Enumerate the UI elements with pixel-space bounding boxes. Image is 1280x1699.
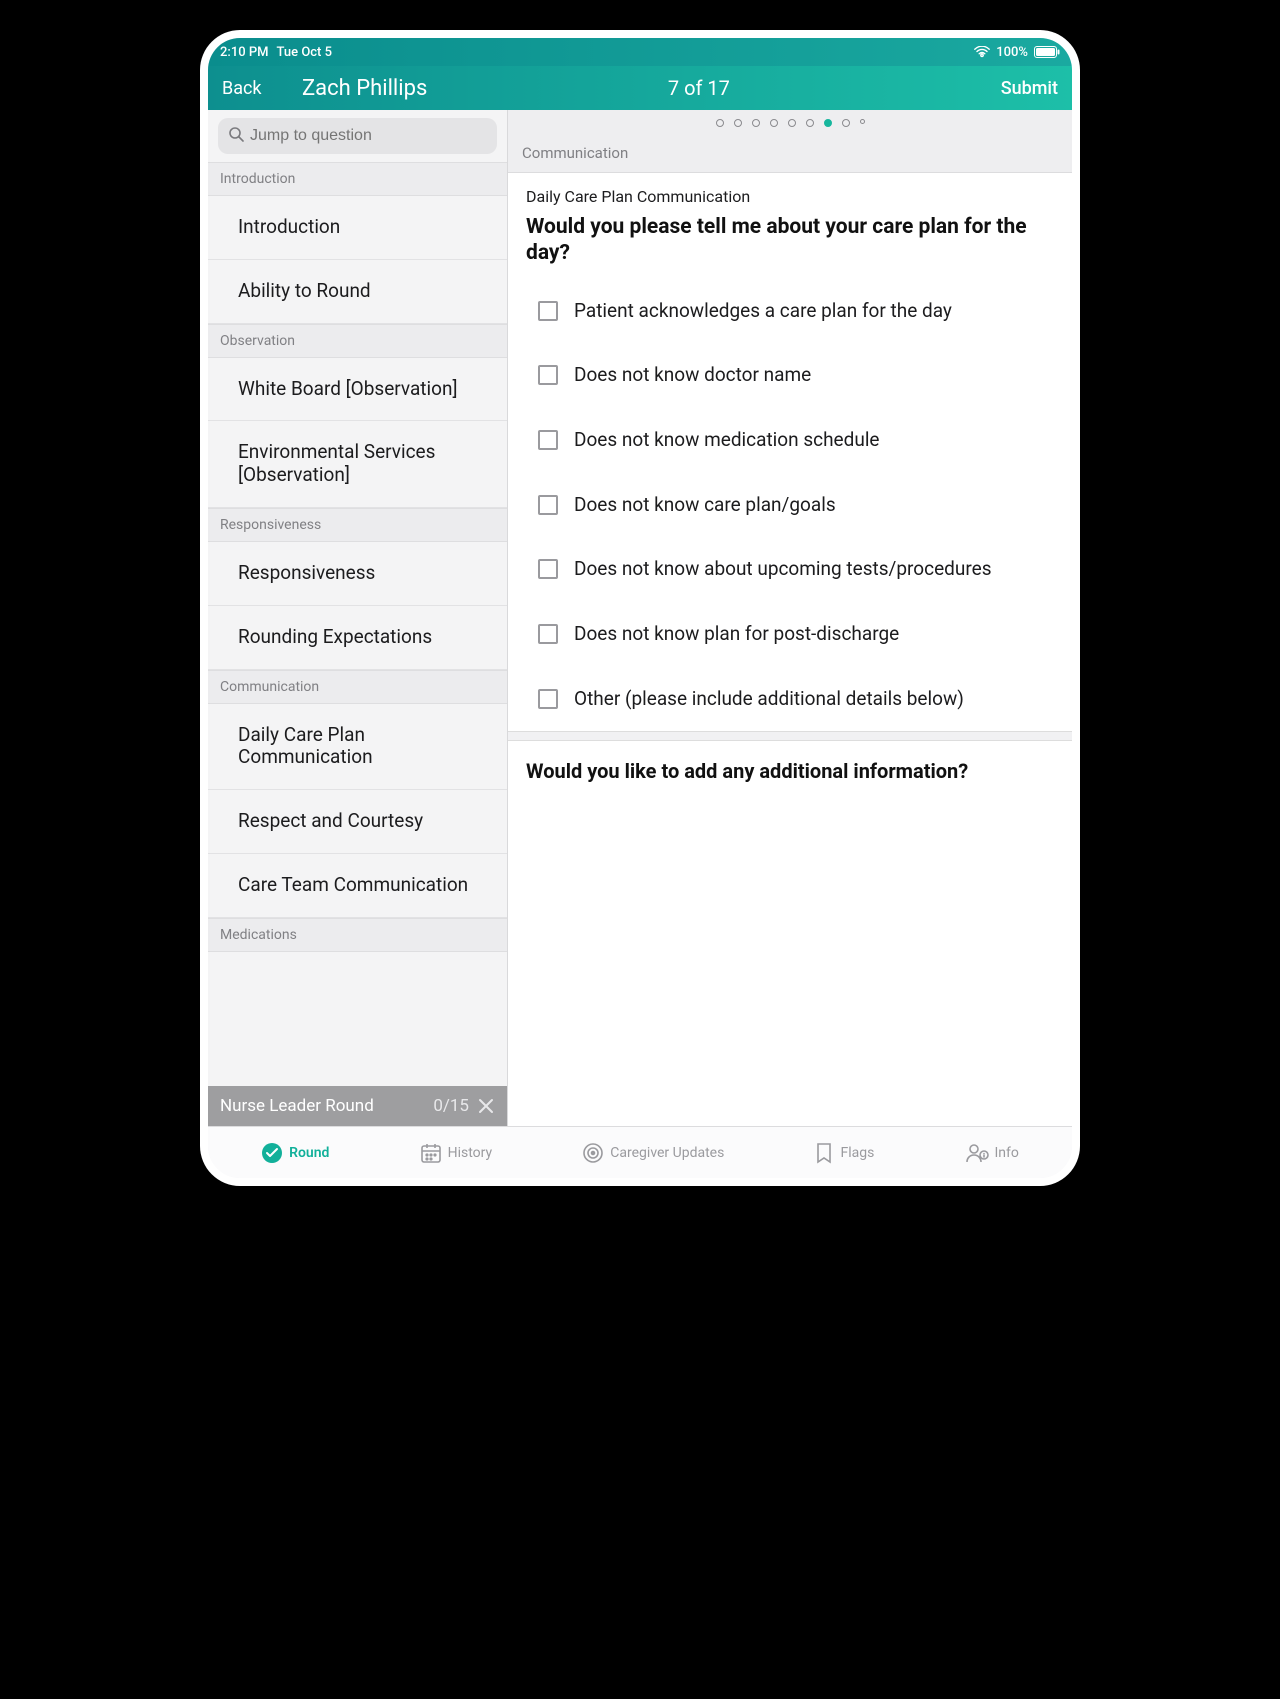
option-label: Does not know medication schedule xyxy=(574,428,880,453)
battery-icon xyxy=(1034,46,1060,58)
progress-count: 0/15 xyxy=(433,1096,469,1116)
status-battery-percent: 100% xyxy=(996,45,1028,60)
section-header: Observation xyxy=(208,324,507,358)
section-header: Responsiveness xyxy=(208,508,507,542)
back-button[interactable]: Back xyxy=(222,78,262,99)
tab-history[interactable]: History xyxy=(420,1142,493,1164)
checkbox-icon[interactable] xyxy=(538,689,558,709)
tab-round[interactable]: Round xyxy=(261,1142,329,1164)
tab-label: Info xyxy=(995,1145,1019,1161)
sidebar-item-care-team-comm[interactable]: Care Team Communication xyxy=(208,854,507,918)
progress-dot[interactable] xyxy=(842,119,850,127)
question-counter: 7 of 17 xyxy=(668,76,730,100)
option-label: Other (please include additional details… xyxy=(574,687,964,712)
close-icon[interactable] xyxy=(477,1097,495,1115)
progress-dot[interactable] xyxy=(770,119,778,127)
sidebar-item-white-board[interactable]: White Board [Observation] xyxy=(208,358,507,422)
nav-header: Back Zach Phillips 7 of 17 Submit xyxy=(208,66,1072,110)
sidebar: Introduction Introduction Ability to Rou… xyxy=(208,110,508,1126)
question-title: Daily Care Plan Communication xyxy=(508,173,1072,208)
tab-label: Flags xyxy=(840,1145,874,1161)
progress-label: Nurse Leader Round xyxy=(220,1096,374,1116)
option-label: Does not know plan for post-discharge xyxy=(574,622,899,647)
option-label: Does not know doctor name xyxy=(574,363,811,388)
progress-dot[interactable] xyxy=(788,119,796,127)
option-label: Does not know about upcoming tests/proce… xyxy=(574,557,992,582)
calendar-icon xyxy=(420,1142,442,1164)
progress-dot[interactable] xyxy=(752,119,760,127)
option-row[interactable]: Does not know doctor name xyxy=(508,343,1072,408)
checkbox-icon[interactable] xyxy=(538,495,558,515)
tab-bar: Round History Caregiver Updates Flags xyxy=(208,1126,1072,1178)
status-date: Tue Oct 5 xyxy=(277,45,333,60)
status-bar: 2:10 PM Tue Oct 5 100% xyxy=(208,38,1072,66)
status-time: 2:10 PM xyxy=(220,45,269,60)
target-icon xyxy=(582,1142,604,1164)
option-label: Patient acknowledges a care plan for the… xyxy=(574,299,952,324)
progress-bar[interactable]: Nurse Leader Round 0/15 xyxy=(208,1086,507,1126)
wifi-icon xyxy=(974,46,990,58)
sidebar-item-env-services[interactable]: Environmental Services [Observation] xyxy=(208,421,507,508)
option-row[interactable]: Other (please include additional details… xyxy=(508,667,1072,732)
tab-label: History xyxy=(448,1145,493,1161)
tab-label: Caregiver Updates xyxy=(610,1145,724,1161)
tab-caregiver-updates[interactable]: Caregiver Updates xyxy=(582,1142,724,1164)
patient-name: Zach Phillips xyxy=(302,76,427,101)
sidebar-item-introduction[interactable]: Introduction xyxy=(208,196,507,260)
person-info-icon xyxy=(965,1142,989,1164)
search-input[interactable] xyxy=(250,127,487,145)
bookmark-icon xyxy=(814,1142,834,1164)
submit-button[interactable]: Submit xyxy=(1001,78,1058,99)
main-panel: Communication Daily Care Plan Communicat… xyxy=(508,110,1072,1126)
divider xyxy=(508,731,1072,741)
sidebar-item-daily-care-plan[interactable]: Daily Care Plan Communication xyxy=(208,704,507,791)
sidebar-item-ability-to-round[interactable]: Ability to Round xyxy=(208,260,507,324)
sidebar-scroll[interactable]: Introduction Introduction Ability to Rou… xyxy=(208,162,507,1086)
progress-dot[interactable] xyxy=(716,119,724,127)
main-section-header: Communication xyxy=(508,136,1072,173)
tab-info[interactable]: Info xyxy=(965,1142,1019,1164)
sidebar-item-respect-courtesy[interactable]: Respect and Courtesy xyxy=(208,790,507,854)
progress-dot[interactable] xyxy=(734,119,742,127)
option-label: Does not know care plan/goals xyxy=(574,493,836,518)
option-row[interactable]: Does not know medication schedule xyxy=(508,408,1072,473)
tab-label: Round xyxy=(289,1145,329,1161)
tab-flags[interactable]: Flags xyxy=(814,1142,874,1164)
option-row[interactable]: Does not know about upcoming tests/proce… xyxy=(508,537,1072,602)
sidebar-item-rounding-expectations[interactable]: Rounding Expectations xyxy=(208,606,507,670)
checkbox-icon[interactable] xyxy=(538,430,558,450)
section-header: Introduction xyxy=(208,162,507,196)
checkbox-icon[interactable] xyxy=(538,624,558,644)
followup-prompt: Would you like to add any additional inf… xyxy=(508,741,1072,808)
section-header: Communication xyxy=(208,670,507,704)
tablet-frame: 2:10 PM Tue Oct 5 100% Back Zach Phillip… xyxy=(200,30,1080,1186)
sidebar-item-responsiveness[interactable]: Responsiveness xyxy=(208,542,507,606)
screen: 2:10 PM Tue Oct 5 100% Back Zach Phillip… xyxy=(208,38,1072,1178)
checkbox-icon[interactable] xyxy=(538,559,558,579)
checkbox-icon[interactable] xyxy=(538,365,558,385)
progress-dot[interactable] xyxy=(806,119,814,127)
question-prompt: Would you please tell me about your care… xyxy=(508,208,1072,279)
search-input-wrap[interactable] xyxy=(218,118,497,154)
search-icon xyxy=(228,126,244,146)
progress-dot[interactable] xyxy=(860,119,865,124)
checkbox-icon[interactable] xyxy=(538,301,558,321)
round-icon xyxy=(261,1142,283,1164)
option-row[interactable]: Does not know care plan/goals xyxy=(508,473,1072,538)
progress-dot-current[interactable] xyxy=(824,119,832,127)
option-row[interactable]: Does not know plan for post-discharge xyxy=(508,602,1072,667)
main-content[interactable]: Daily Care Plan Communication Would you … xyxy=(508,173,1072,1126)
section-header: Medications xyxy=(208,918,507,952)
progress-dots xyxy=(508,110,1072,136)
option-row[interactable]: Patient acknowledges a care plan for the… xyxy=(508,279,1072,344)
